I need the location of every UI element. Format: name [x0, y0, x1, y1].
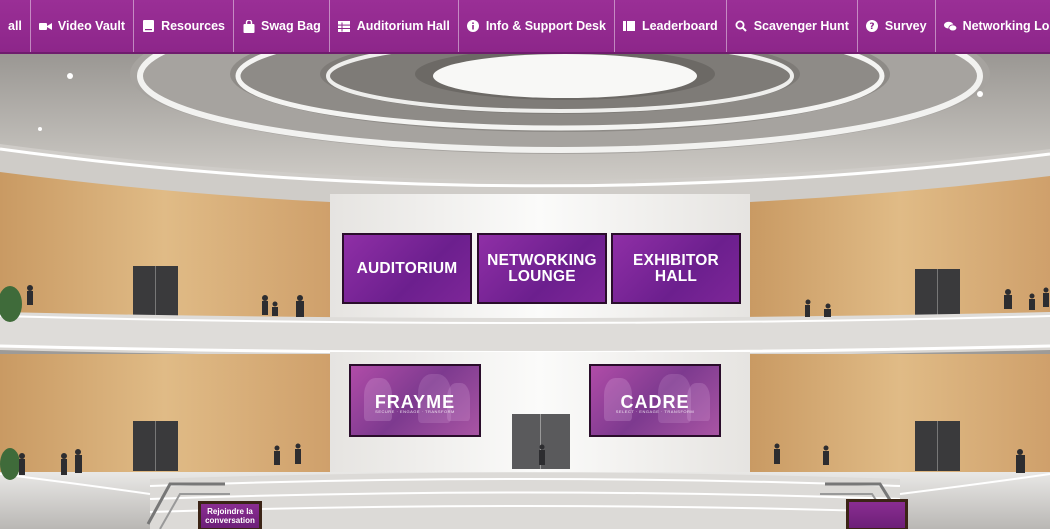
nav-item-swag-bag[interactable]: Swag Bag	[234, 0, 330, 52]
nav-item-label: Info & Support Desk	[485, 19, 606, 33]
nav-item-survey[interactable]: ? Survey	[858, 0, 936, 52]
join-conversation-kiosk[interactable]: Rejoindre la conversation	[198, 501, 262, 529]
auditorium-screen-label: AUDITORIUM	[356, 259, 458, 277]
list-icon	[623, 20, 636, 33]
nav-item-scavenger-hunt[interactable]: Scavenger Hunt	[727, 0, 858, 52]
info-circle-icon	[467, 20, 480, 33]
auditorium-screen[interactable]: AUDITORIUM	[342, 233, 472, 304]
frayme-sponsor-screen[interactable]: FRAYME SECURE · ENGAGE · TRANSFORM	[349, 364, 481, 437]
networking-lounge-screen[interactable]: NETWORKING LOUNGE	[477, 233, 607, 304]
nav-item-label: Survey	[884, 19, 927, 33]
table-icon	[338, 20, 351, 33]
question-circle-icon: ?	[866, 20, 879, 33]
exhibitor-hall-screen[interactable]: EXHIBITOR HALL	[611, 233, 741, 304]
nav-item-leaderboard[interactable]: Leaderboard	[615, 0, 727, 52]
search-icon	[735, 20, 748, 33]
networking-lounge-screen-label: NETWORKING LOUNGE	[487, 252, 597, 285]
join-conversation-label: Rejoindre la conversation	[205, 507, 255, 525]
nav-item-label: Resources	[161, 19, 225, 33]
nav-item-hall[interactable]: all	[0, 0, 31, 52]
nav-item-label: Swag Bag	[261, 19, 321, 33]
nav-item-label: all	[8, 19, 22, 33]
cadre-tagline: SELECT · ENGAGE · TRANSFORM	[615, 408, 695, 414]
svg-text:?: ?	[870, 22, 875, 32]
chat-bubbles-icon	[943, 20, 957, 33]
right-kiosk-screen[interactable]	[846, 499, 908, 529]
nav-item-info-support-desk[interactable]: Info & Support Desk	[459, 0, 615, 52]
virtual-lobby-scene: AUDITORIUM NETWORKING LOUNGE EXHIBITOR H…	[0, 54, 1050, 529]
nav-item-resources[interactable]: Resources	[134, 0, 234, 52]
nav-item-label: Scavenger Hunt	[753, 19, 849, 33]
frayme-tagline: SECURE · ENGAGE · TRANSFORM	[375, 408, 455, 414]
shopping-bag-icon	[242, 19, 255, 33]
nav-item-label: Networking Lounge	[962, 19, 1050, 33]
nav-item-networking-lounge[interactable]: Networking Lounge	[936, 0, 1050, 52]
video-camera-icon	[38, 20, 52, 33]
book-icon	[142, 20, 155, 33]
nav-item-label: Auditorium Hall	[356, 19, 450, 33]
nav-item-label: Video Vault	[57, 19, 126, 33]
top-navigation-bar: all Video Vault Resources Swag Bag Audit…	[0, 0, 1050, 54]
cadre-sponsor-screen[interactable]: CADRE SELECT · ENGAGE · TRANSFORM	[589, 364, 721, 437]
nav-item-label: Leaderboard	[641, 19, 718, 33]
nav-item-video-vault[interactable]: Video Vault	[31, 0, 135, 52]
nav-item-auditorium-hall[interactable]: Auditorium Hall	[330, 0, 459, 52]
exhibitor-hall-screen-label: EXHIBITOR HALL	[633, 252, 719, 285]
